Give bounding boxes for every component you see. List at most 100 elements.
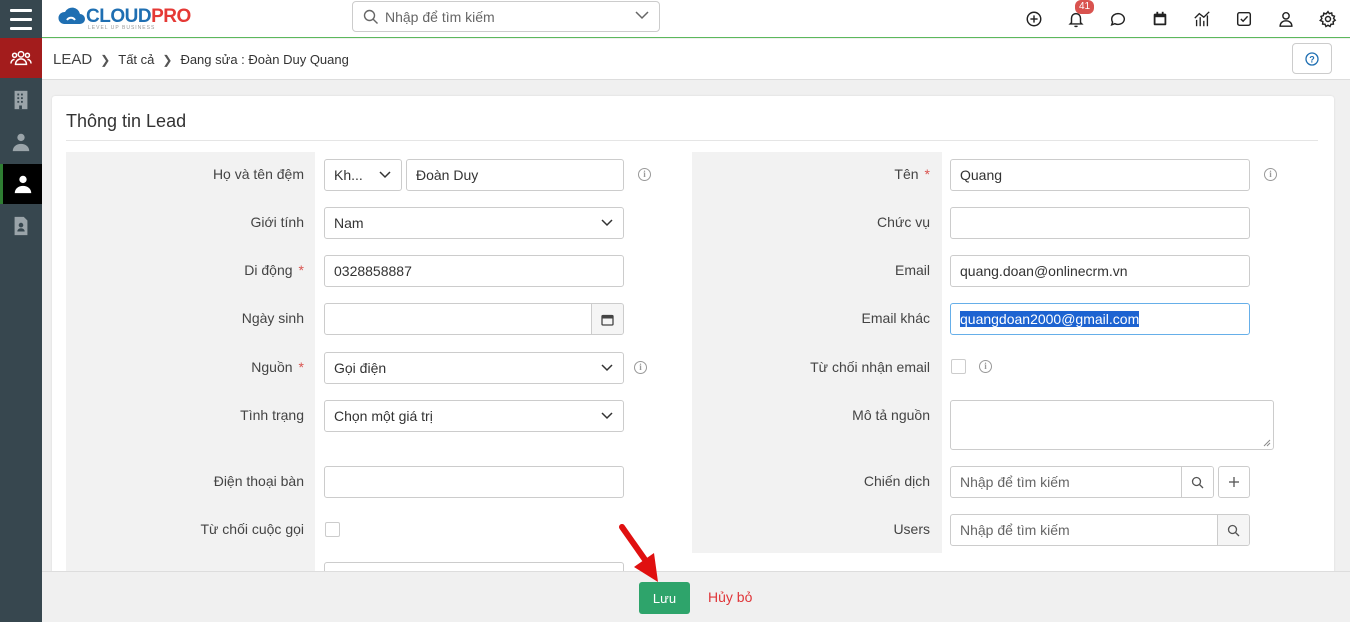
settings-button[interactable] xyxy=(1318,9,1338,29)
lead-info-card: Thông tin Lead Họ và tên đệm Kh... Đoàn … xyxy=(52,96,1334,576)
save-button[interactable]: Lưu xyxy=(639,582,690,614)
help-button[interactable]: ? xyxy=(1292,43,1332,74)
source-description-textarea[interactable] xyxy=(950,400,1274,450)
hamburger-icon xyxy=(10,6,32,33)
user-profile-icon xyxy=(1279,11,1293,27)
sidebar-item-contacts[interactable] xyxy=(0,122,42,162)
gender-label: Giới tính xyxy=(250,214,304,230)
reject-email-label: Từ chối nhận email xyxy=(810,359,930,375)
source-description-label: Mô tả nguồn xyxy=(852,407,930,423)
gear-icon xyxy=(1319,10,1337,28)
analytics-chart-icon xyxy=(1194,11,1210,27)
red-pointer-arrow-icon xyxy=(619,524,658,582)
global-search-input[interactable] xyxy=(385,6,625,28)
breadcrumb: LEAD ❯ Tất cả ❯ Đang sửa : Đoàn Duy Quan… xyxy=(53,51,349,68)
add-button[interactable] xyxy=(1024,9,1044,29)
job-title-input[interactable] xyxy=(950,207,1250,239)
campaign-search-button[interactable] xyxy=(1181,467,1213,497)
sidebar-item-organizations[interactable] xyxy=(0,80,42,120)
mobile-input[interactable]: 0328858887 xyxy=(324,255,624,287)
info-icon[interactable]: i xyxy=(979,360,992,373)
users-label: Users xyxy=(893,521,930,537)
date-picker-button[interactable] xyxy=(591,304,623,334)
cancel-link[interactable]: Hủy bỏ xyxy=(708,589,752,605)
plus-icon xyxy=(1229,477,1239,487)
tasks-button[interactable] xyxy=(1234,9,1254,29)
sidebar-item-lead[interactable] xyxy=(0,164,42,204)
reports-button[interactable] xyxy=(1192,9,1212,29)
profile-button[interactable] xyxy=(1276,9,1296,29)
gender-select[interactable]: Nam xyxy=(324,207,624,239)
chevron-down-icon xyxy=(601,412,613,420)
top-header: CLOUDPRO LEVEL UP BUSINESS 41 xyxy=(42,0,1350,38)
calendar-icon xyxy=(601,314,614,326)
global-search[interactable] xyxy=(352,1,660,32)
sidebar-item-documents[interactable] xyxy=(0,206,42,246)
chevron-right-icon: ❯ xyxy=(162,52,173,67)
fullname-label: Họ và tên đệm xyxy=(212,166,304,182)
breadcrumb-bar: LEAD ❯ Tất cả ❯ Đang sửa : Đoàn Duy Quan… xyxy=(42,39,1350,80)
phone-input[interactable] xyxy=(324,466,624,498)
users-search-button[interactable] xyxy=(1217,515,1249,545)
info-icon[interactable]: i xyxy=(1264,168,1277,181)
contact-card-icon xyxy=(14,216,28,236)
cloudpro-logo[interactable]: CLOUDPRO LEVEL UP BUSINESS xyxy=(58,4,191,31)
info-icon[interactable]: i xyxy=(634,361,647,374)
middle-name-input[interactable]: Đoàn Duy xyxy=(406,159,624,191)
reject-call-checkbox[interactable] xyxy=(325,522,340,537)
chevron-down-icon xyxy=(601,219,613,227)
users-group-icon xyxy=(10,50,32,66)
chat-bubble-icon xyxy=(1110,12,1125,27)
hamburger-menu-button[interactable] xyxy=(0,0,42,38)
form-footer: Lưu Hủy bỏ xyxy=(42,571,1350,622)
logo-text-accent: PRO xyxy=(151,6,191,27)
sidebar-item-leads-group[interactable] xyxy=(0,38,42,78)
svg-text:?: ? xyxy=(1309,54,1315,64)
phone-label: Điện thoại bàn xyxy=(213,473,304,489)
title-divider xyxy=(66,140,1318,141)
lastname-input[interactable]: Quang xyxy=(950,159,1250,191)
source-label: Nguồn * xyxy=(251,359,304,375)
info-icon[interactable]: i xyxy=(638,168,651,181)
messages-button[interactable] xyxy=(1108,9,1128,29)
calendar-button[interactable] xyxy=(1150,9,1170,29)
other-email-input[interactable]: quangdoan2000@gmail.com xyxy=(950,303,1250,335)
logo-tagline: LEVEL UP BUSINESS xyxy=(88,25,156,31)
status-select[interactable]: Chọn một giá trị xyxy=(324,400,624,432)
users-search[interactable]: Nhập để tìm kiếm xyxy=(950,514,1250,546)
sidebar xyxy=(0,0,42,622)
logo-text-main: CLOUD xyxy=(86,6,152,27)
search-icon xyxy=(363,9,378,24)
chevron-down-icon xyxy=(379,171,391,179)
person-tie-icon xyxy=(12,133,30,152)
calendar-icon xyxy=(1153,11,1167,26)
campaign-label: Chiến dịch xyxy=(863,473,930,489)
question-circle-icon: ? xyxy=(1305,51,1319,66)
breadcrumb-current: Đang sửa : Đoàn Duy Quang xyxy=(180,52,349,67)
add-campaign-button[interactable] xyxy=(1218,466,1250,498)
chevron-right-icon: ❯ xyxy=(100,52,111,67)
chevron-down-icon[interactable] xyxy=(635,11,649,20)
notification-count-badge: 41 xyxy=(1075,0,1095,14)
person-icon xyxy=(14,175,31,194)
birthday-input[interactable] xyxy=(324,303,624,335)
lastname-label: Tên * xyxy=(894,166,930,182)
email-label: Email xyxy=(894,262,930,278)
search-icon xyxy=(1227,524,1240,536)
email-input[interactable]: quang.doan@onlinecrm.vn xyxy=(950,255,1250,287)
salutation-select[interactable]: Kh... xyxy=(324,159,402,191)
source-select[interactable]: Gọi điện xyxy=(324,352,624,384)
reject-call-label: Từ chối cuộc gọi xyxy=(200,521,304,537)
mobile-label: Di động * xyxy=(244,262,304,278)
reject-email-checkbox[interactable] xyxy=(951,359,966,374)
checkbox-checked-icon xyxy=(1236,11,1252,27)
plus-circle-icon xyxy=(1026,11,1042,27)
breadcrumb-filter-link[interactable]: Tất cả xyxy=(118,52,154,67)
birthday-label: Ngày sinh xyxy=(241,310,304,326)
resize-handle-icon[interactable] xyxy=(1263,439,1271,447)
cloud-logo-icon xyxy=(58,7,85,24)
other-email-label: Email khác xyxy=(861,310,930,326)
breadcrumb-module-link[interactable]: LEAD xyxy=(53,51,92,68)
campaign-search[interactable]: Nhập để tìm kiếm xyxy=(950,466,1214,498)
right-label-column xyxy=(692,152,942,553)
